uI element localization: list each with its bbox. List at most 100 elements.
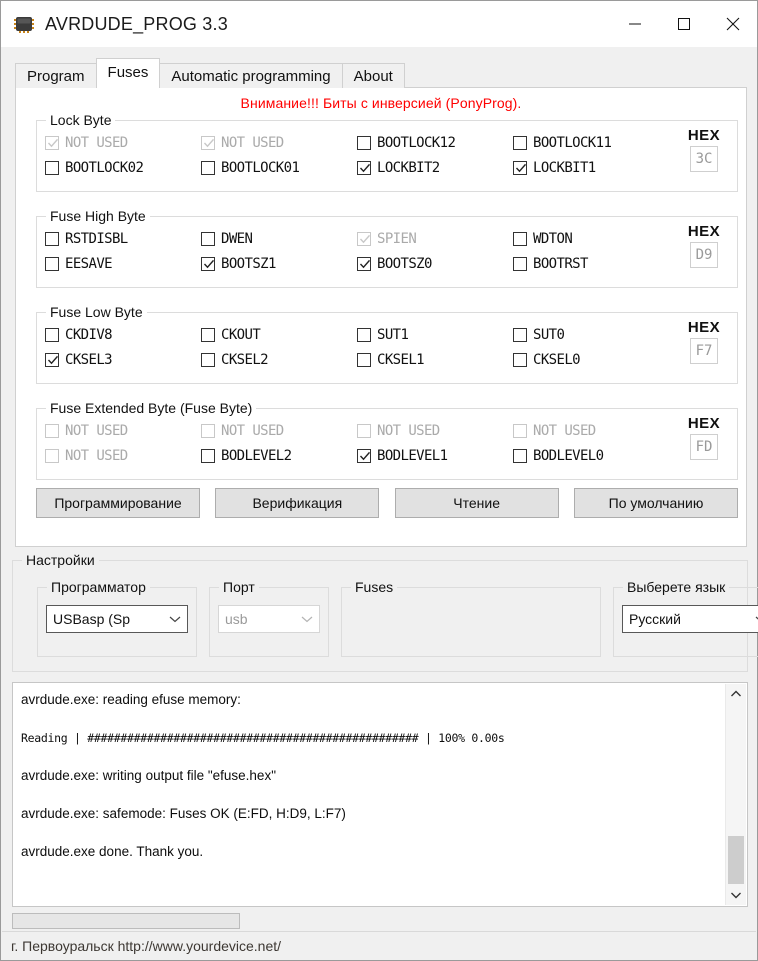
checkbox-label: EESAVE [65, 255, 113, 272]
checkbox-not-used: NOT USED [45, 448, 201, 464]
checkbox-cksel2[interactable]: CKSEL2 [201, 352, 357, 368]
checkbox-bootlock12[interactable]: BOOTLOCK12 [357, 135, 513, 151]
checkbox-box [201, 160, 215, 175]
minimize-icon[interactable] [610, 1, 659, 47]
hex-value-field[interactable]: 3C [690, 146, 718, 172]
checkbox-bootsz1[interactable]: BOOTSZ1 [201, 256, 357, 272]
hex-value-field[interactable]: D9 [690, 242, 718, 268]
checkbox-bodlevel1[interactable]: BODLEVEL1 [357, 448, 513, 464]
checkbox-ckout[interactable]: CKOUT [201, 327, 357, 343]
programmer-group: Программатор USBasp (Sp [37, 579, 197, 657]
checkbox-box [513, 352, 527, 367]
checkbox-row: NOT USED NOT USED NOT USED NOT USED [45, 418, 655, 443]
checkbox-label: NOT USED [65, 422, 128, 439]
checkbox-grid: CKDIV8 CKOUT SUT1 SUT0 CKSEL3 CKSEL2 CKSEL1 CKS… [45, 322, 655, 372]
check-icon [203, 259, 215, 268]
hex-block: HEX FD [680, 415, 728, 460]
check-icon [359, 234, 371, 243]
checkbox-lockbit2[interactable]: LOCKBIT2 [357, 160, 513, 176]
tab-about[interactable]: About [341, 63, 405, 88]
checkbox-eesave[interactable]: EESAVE [45, 256, 201, 272]
fuse-group-2: Fuse Low Byte CKDIV8 CKOUT SUT1 SUT0 CKSEL3 CK… [36, 304, 738, 384]
fuse-group-0: Lock Byte NOT USED NOT USED BOOTLOCK12 BOOTL… [36, 112, 738, 192]
programmer-select[interactable]: USBasp (Sp [46, 605, 188, 633]
checkbox-box [513, 423, 527, 438]
checkbox-cksel3[interactable]: CKSEL3 [45, 352, 201, 368]
checkbox-label: SUT1 [377, 326, 409, 343]
checkbox-row: RSTDISBL DWEN SPIEN WDTON [45, 226, 655, 251]
hex-label: HEX [687, 223, 721, 240]
window-title: AVRDUDE_PROG 3.3 [45, 13, 228, 34]
checkbox-bodlevel0[interactable]: BODLEVEL0 [513, 448, 669, 464]
checkbox-label: WDTON [533, 230, 573, 247]
checkbox-box [201, 231, 215, 246]
checkbox-grid: NOT USED NOT USED NOT USED NOT USED NOT USED… [45, 418, 655, 468]
scroll-down-icon[interactable] [726, 885, 746, 905]
log-scrollbar[interactable] [725, 684, 746, 905]
close-icon[interactable] [708, 1, 757, 47]
inversion-warning: Внимание!!! Биты с инверсией (PonyProg). [240, 95, 522, 111]
checkbox-label: NOT USED [65, 447, 128, 464]
checkbox-spien: SPIEN [357, 231, 513, 247]
checkbox-bootrst[interactable]: BOOTRST [513, 256, 669, 272]
port-select[interactable]: usb [218, 605, 320, 633]
checkbox-label: NOT USED [221, 134, 284, 151]
tab-program[interactable]: Program [15, 63, 97, 88]
log-line: avrdude.exe: writing output file "efuse.… [21, 768, 276, 783]
check-icon [359, 451, 371, 460]
checkbox-label: CKSEL3 [65, 351, 113, 368]
scroll-up-icon[interactable] [726, 684, 746, 704]
checkbox-label: BOOTLOCK02 [65, 159, 144, 176]
checkbox-label: SUT0 [533, 326, 565, 343]
language-select[interactable]: Русский [622, 605, 758, 633]
chevron-down-icon [749, 615, 758, 623]
read-button[interactable]: Чтение [394, 488, 559, 518]
window-controls [610, 1, 757, 47]
checkbox-box [45, 231, 59, 246]
checkbox-bootsz0[interactable]: BOOTSZ0 [357, 256, 513, 272]
application-window: AVRDUDE_PROG 3.3 Program Fuses Automatic… [0, 0, 758, 961]
verify-button[interactable]: Верификация [215, 488, 380, 518]
checkbox-bootlock01[interactable]: BOOTLOCK01 [201, 160, 357, 176]
checkbox-row: NOT USED NOT USED BOOTLOCK12 BOOTLOCK11 [45, 130, 655, 155]
checkbox-label: BOOTSZ1 [221, 255, 276, 272]
checkbox-label: BOOTLOCK01 [221, 159, 300, 176]
checkbox-bodlevel2[interactable]: BODLEVEL2 [201, 448, 357, 464]
program-button[interactable]: Программирование [36, 488, 200, 518]
checkbox-cksel0[interactable]: CKSEL0 [513, 352, 669, 368]
chevron-down-icon [295, 615, 319, 623]
checkbox-label: NOT USED [377, 422, 440, 439]
checkbox-bootlock11[interactable]: BOOTLOCK11 [513, 135, 669, 151]
checkbox-label: CKSEL1 [377, 351, 425, 368]
settings-title: Настройки [22, 552, 99, 568]
defaults-button[interactable]: По умолчанию [573, 488, 738, 518]
checkbox-dwen[interactable]: DWEN [201, 231, 357, 247]
checkbox-box [357, 160, 371, 175]
checkbox-cksel1[interactable]: CKSEL1 [357, 352, 513, 368]
fuse-group-title: Lock Byte [46, 112, 116, 128]
tab-fuses[interactable]: Fuses [95, 58, 161, 88]
hex-value-field[interactable]: F7 [690, 338, 718, 364]
hex-label: HEX [687, 319, 721, 336]
checkbox-box [45, 423, 59, 438]
checkbox-rstdisbl[interactable]: RSTDISBL [45, 231, 201, 247]
fuses-group: Fuses [341, 579, 601, 657]
checkbox-bootlock02[interactable]: BOOTLOCK02 [45, 160, 201, 176]
scrollbar-thumb[interactable] [728, 836, 744, 884]
checkbox-wdton[interactable]: WDTON [513, 231, 669, 247]
log-lines: avrdude.exe: reading efuse memory: Readin… [21, 690, 721, 880]
title-bar: AVRDUDE_PROG 3.3 [1, 1, 757, 47]
maximize-icon[interactable] [659, 1, 708, 47]
checkbox-ckdiv8[interactable]: CKDIV8 [45, 327, 201, 343]
check-icon [359, 163, 371, 172]
checkbox-label: LOCKBIT2 [377, 159, 440, 176]
checkbox-lockbit1[interactable]: LOCKBIT1 [513, 160, 669, 176]
checkbox-sut1[interactable]: SUT1 [357, 327, 513, 343]
checkbox-box [513, 448, 527, 463]
check-icon [47, 138, 59, 147]
log-output[interactable]: avrdude.exe: reading efuse memory: Readin… [12, 682, 748, 907]
checkbox-box [201, 135, 215, 150]
hex-value-field[interactable]: FD [690, 434, 718, 460]
checkbox-sut0[interactable]: SUT0 [513, 327, 669, 343]
tab-automatic-programming[interactable]: Automatic programming [159, 63, 343, 88]
